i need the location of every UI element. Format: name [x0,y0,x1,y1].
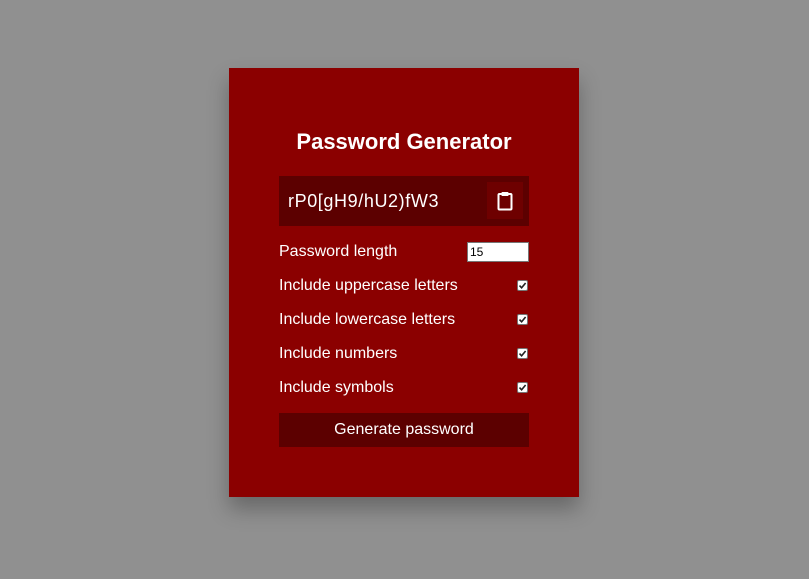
generate-password-button[interactable]: Generate password [279,413,529,447]
page-title: Password Generator [296,129,512,154]
numbers-label: Include numbers [279,345,398,362]
password-result-box: rP0[gH9/hU2)fW3 [279,176,529,226]
uppercase-checkbox[interactable] [517,280,528,291]
lowercase-checkbox[interactable] [517,314,528,325]
symbols-checkbox[interactable] [517,382,528,393]
generated-password: rP0[gH9/hU2)fW3 [288,191,440,211]
lowercase-label: Include lowercase letters [279,311,456,328]
checkmark-icon [518,282,527,290]
checkmark-icon [518,384,527,392]
password-length-input[interactable] [467,242,529,262]
password-length-label: Password length [279,243,398,260]
checkmark-icon [518,316,527,324]
password-generator-card: Password Generator rP0[gH9/hU2)fW3 Passw… [229,68,579,497]
copy-to-clipboard-button[interactable] [487,182,523,219]
setting-numbers: Include numbers [279,343,529,365]
uppercase-label: Include uppercase letters [279,277,458,294]
symbols-label: Include symbols [279,379,394,396]
setting-password-length: Password length [279,241,529,263]
clipboard-icon [497,191,513,210]
setting-lowercase: Include lowercase letters [279,309,529,331]
setting-symbols: Include symbols [279,377,529,399]
setting-uppercase: Include uppercase letters [279,275,529,297]
checkmark-icon [518,350,527,358]
numbers-checkbox[interactable] [517,348,528,359]
